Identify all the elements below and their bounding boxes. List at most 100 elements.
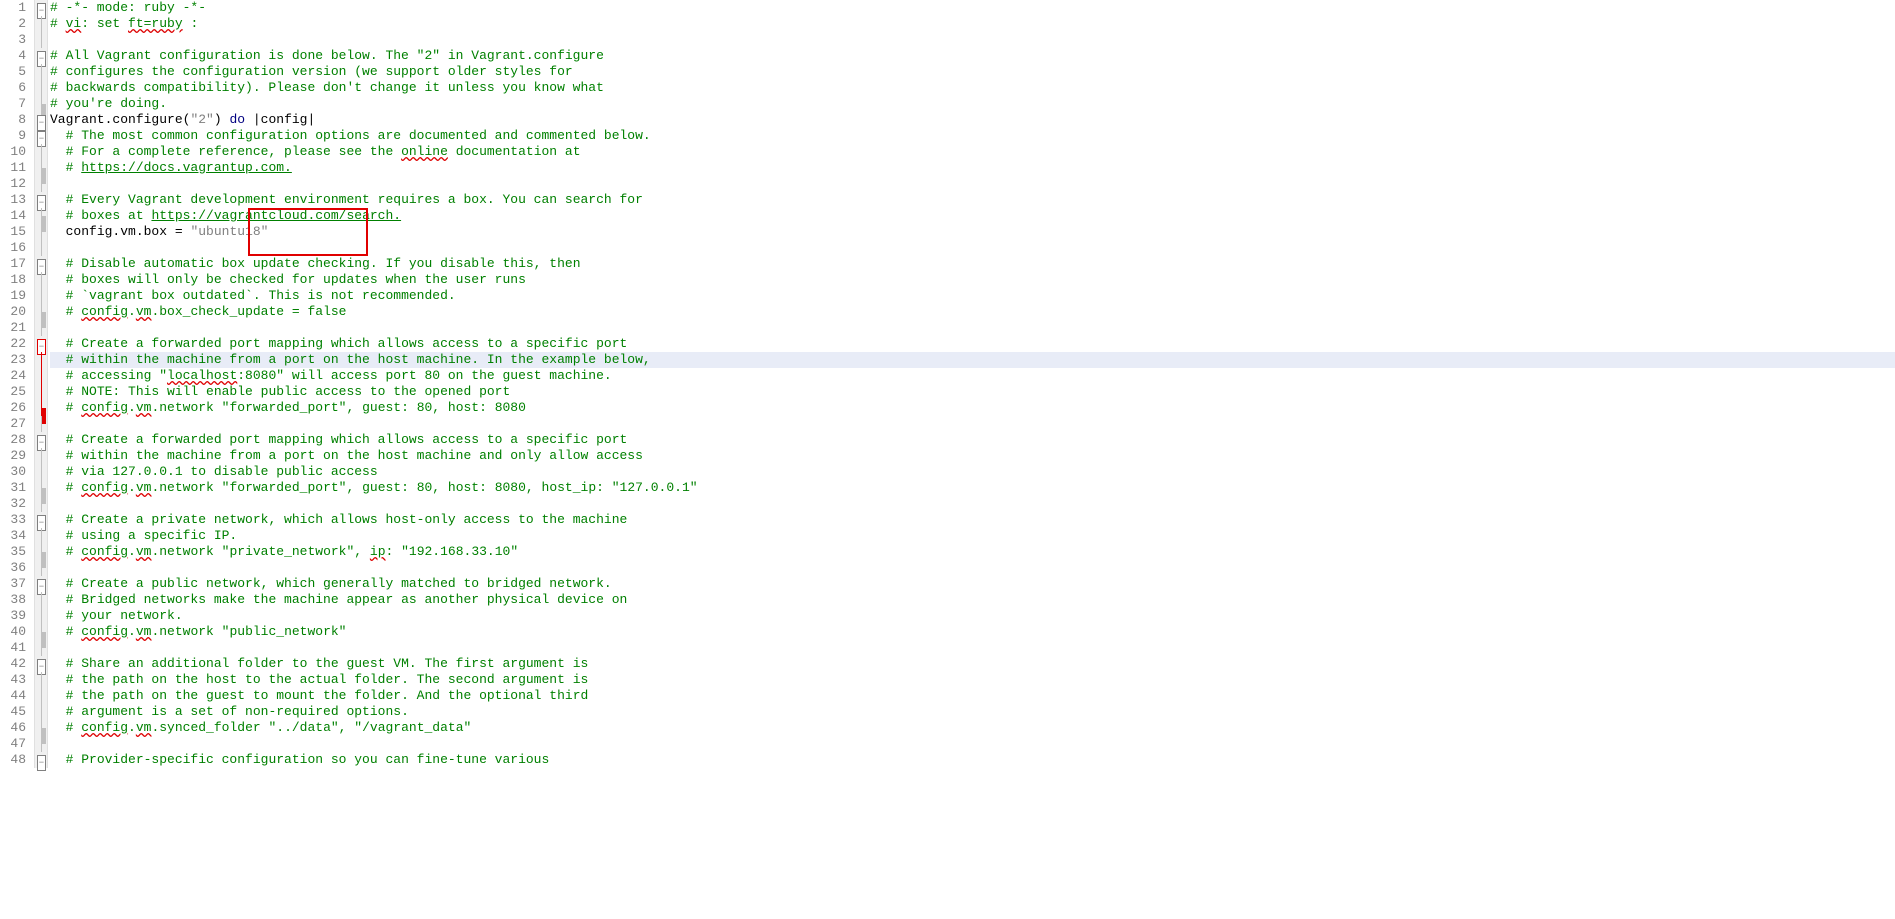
fold-cell[interactable]: − — [35, 336, 47, 352]
code-line[interactable]: # config.vm.network "private_network", i… — [50, 544, 1895, 560]
fold-cell[interactable] — [35, 320, 47, 336]
fold-cell[interactable] — [35, 272, 47, 288]
fold-cell[interactable]: − — [35, 432, 47, 448]
fold-cell[interactable] — [35, 736, 47, 752]
fold-cell[interactable] — [35, 416, 47, 432]
code-line[interactable]: # NOTE: This will enable public access t… — [50, 384, 1895, 400]
fold-cell[interactable] — [35, 640, 47, 656]
fold-cell[interactable]: − — [35, 576, 47, 592]
fold-cell[interactable]: − — [35, 656, 47, 672]
code-line[interactable]: # vi: set ft=ruby : — [50, 16, 1895, 32]
code-line[interactable]: # boxes at https://vagrantcloud.com/sear… — [50, 208, 1895, 224]
code-line[interactable]: # config.vm.synced_folder "../data", "/v… — [50, 720, 1895, 736]
fold-cell[interactable] — [35, 224, 47, 240]
fold-cell[interactable] — [35, 688, 47, 704]
code-line[interactable]: # configures the configuration version (… — [50, 64, 1895, 80]
code-line[interactable] — [50, 496, 1895, 512]
code-line[interactable] — [50, 240, 1895, 256]
code-line[interactable]: # Create a public network, which general… — [50, 576, 1895, 592]
fold-cell[interactable] — [35, 720, 47, 736]
fold-cell[interactable] — [35, 560, 47, 576]
fold-cell[interactable] — [35, 352, 47, 368]
code-line[interactable] — [50, 640, 1895, 656]
fold-column[interactable]: −−−−−−−−−−−− — [34, 0, 48, 768]
code-line[interactable]: # `vagrant box outdated`. This is not re… — [50, 288, 1895, 304]
code-line[interactable]: # Bridged networks make the machine appe… — [50, 592, 1895, 608]
code-line[interactable]: # config.vm.network "public_network" — [50, 624, 1895, 640]
code-line[interactable]: # All Vagrant configuration is done belo… — [50, 48, 1895, 64]
fold-cell[interactable] — [35, 496, 47, 512]
code-line[interactable]: # https://docs.vagrantup.com. — [50, 160, 1895, 176]
code-line[interactable]: # Create a private network, which allows… — [50, 512, 1895, 528]
code-line[interactable]: # -*- mode: ruby -*- — [50, 0, 1895, 16]
code-line[interactable]: # Create a forwarded port mapping which … — [50, 432, 1895, 448]
code-line[interactable]: # backwards compatibility). Please don't… — [50, 80, 1895, 96]
code-line[interactable]: # the path on the host to the actual fol… — [50, 672, 1895, 688]
fold-cell[interactable] — [35, 32, 47, 48]
fold-cell[interactable] — [35, 80, 47, 96]
code-line[interactable]: # Every Vagrant development environment … — [50, 192, 1895, 208]
code-area[interactable]: # -*- mode: ruby -*-# vi: set ft=ruby : #… — [48, 0, 1895, 768]
code-line[interactable] — [50, 32, 1895, 48]
code-line[interactable]: # config.vm.box_check_update = false — [50, 304, 1895, 320]
fold-cell[interactable] — [35, 592, 47, 608]
fold-cell[interactable] — [35, 544, 47, 560]
code-line[interactable]: # For a complete reference, please see t… — [50, 144, 1895, 160]
code-line[interactable]: # your network. — [50, 608, 1895, 624]
code-line[interactable]: # boxes will only be checked for updates… — [50, 272, 1895, 288]
code-line[interactable]: # argument is a set of non-required opti… — [50, 704, 1895, 720]
code-line[interactable]: # Share an additional folder to the gues… — [50, 656, 1895, 672]
fold-cell[interactable] — [35, 16, 47, 32]
fold-cell[interactable] — [35, 448, 47, 464]
code-line[interactable] — [50, 736, 1895, 752]
fold-cell[interactable] — [35, 624, 47, 640]
fold-cell[interactable] — [35, 64, 47, 80]
fold-cell[interactable] — [35, 240, 47, 256]
fold-cell[interactable] — [35, 176, 47, 192]
code-line[interactable]: # Provider-specific configuration so you… — [50, 752, 1895, 768]
code-line[interactable]: config.vm.box = "ubuntu18" — [50, 224, 1895, 240]
fold-cell[interactable] — [35, 480, 47, 496]
code-line[interactable]: # via 127.0.0.1 to disable public access — [50, 464, 1895, 480]
fold-cell[interactable] — [35, 288, 47, 304]
code-line[interactable] — [50, 416, 1895, 432]
fold-cell[interactable] — [35, 304, 47, 320]
code-line[interactable]: # within the machine from a port on the … — [50, 352, 1895, 368]
code-line[interactable]: # the path on the guest to mount the fol… — [50, 688, 1895, 704]
fold-cell[interactable]: − — [35, 48, 47, 64]
fold-cell[interactable] — [35, 608, 47, 624]
code-line[interactable]: Vagrant.configure("2") do |config| — [50, 112, 1895, 128]
fold-cell[interactable] — [35, 96, 47, 112]
code-line[interactable]: # The most common configuration options … — [50, 128, 1895, 144]
code-line[interactable]: # Create a forwarded port mapping which … — [50, 336, 1895, 352]
code-line[interactable] — [50, 560, 1895, 576]
fold-cell[interactable] — [35, 528, 47, 544]
code-line[interactable]: # accessing "localhost:8080" will access… — [50, 368, 1895, 384]
fold-cell[interactable] — [35, 368, 47, 384]
fold-cell[interactable] — [35, 208, 47, 224]
fold-cell[interactable]: − — [35, 256, 47, 272]
fold-toggle-icon[interactable]: − — [37, 755, 46, 771]
code-line[interactable]: # you're doing. — [50, 96, 1895, 112]
fold-cell[interactable] — [35, 160, 47, 176]
fold-cell[interactable]: − — [35, 128, 47, 144]
fold-cell[interactable]: − — [35, 112, 47, 128]
code-line[interactable]: # using a specific IP. — [50, 528, 1895, 544]
code-line[interactable] — [50, 176, 1895, 192]
code-editor[interactable]: 1234567891011121314151617181920212223242… — [0, 0, 1895, 768]
code-line[interactable]: # config.vm.network "forwarded_port", gu… — [50, 400, 1895, 416]
fold-cell[interactable]: − — [35, 512, 47, 528]
fold-cell[interactable] — [35, 704, 47, 720]
fold-cell[interactable] — [35, 464, 47, 480]
fold-cell[interactable] — [35, 400, 47, 416]
code-line[interactable]: # config.vm.network "forwarded_port", gu… — [50, 480, 1895, 496]
code-line[interactable]: # within the machine from a port on the … — [50, 448, 1895, 464]
fold-cell[interactable]: − — [35, 192, 47, 208]
code-line[interactable]: # Disable automatic box update checking.… — [50, 256, 1895, 272]
code-line[interactable] — [50, 320, 1895, 336]
fold-cell[interactable]: − — [35, 752, 47, 768]
fold-cell[interactable] — [35, 144, 47, 160]
fold-cell[interactable]: − — [35, 0, 47, 16]
fold-cell[interactable] — [35, 672, 47, 688]
fold-cell[interactable] — [35, 384, 47, 400]
